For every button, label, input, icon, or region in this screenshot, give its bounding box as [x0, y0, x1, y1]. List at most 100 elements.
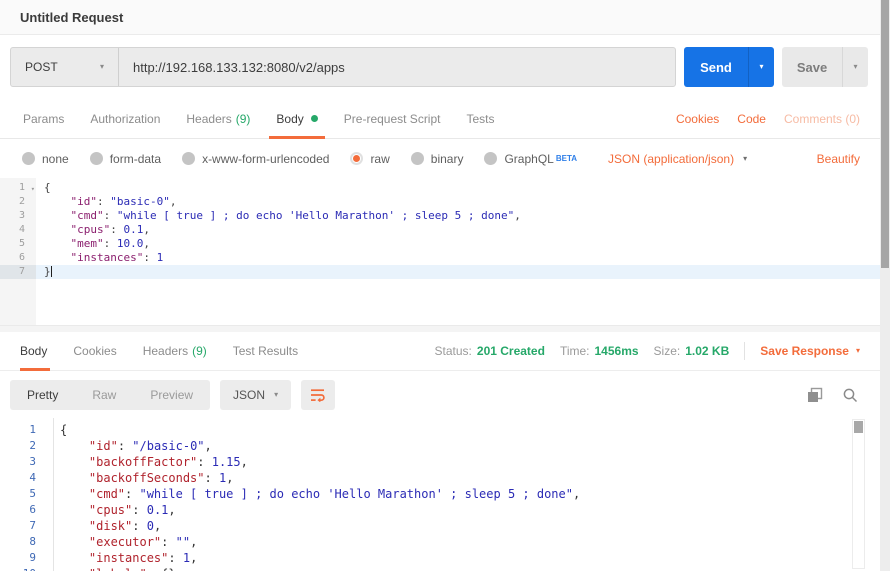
- content-type-select[interactable]: JSON (application/json) ▾: [608, 152, 747, 166]
- window-scrollbar-track[interactable]: [880, 0, 890, 571]
- body-type-binary[interactable]: binary: [411, 152, 464, 166]
- code-line[interactable]: 6 "cpus": 0.1,: [0, 502, 880, 518]
- tab-params[interactable]: Params: [10, 99, 77, 138]
- body-type-row: none form-data x-www-form-urlencoded raw…: [0, 139, 880, 178]
- request-body-editor[interactable]: 1▾{2 "id": "basic-0",3 "cmd": "while [ t…: [0, 178, 880, 325]
- line-number: 8: [0, 534, 46, 550]
- response-tab-cookies[interactable]: Cookies: [60, 332, 129, 370]
- save-button[interactable]: Save: [782, 47, 842, 87]
- body-type-graphql-label: GraphQL: [504, 152, 553, 166]
- request-tabs-row: Params Authorization Headers (9) Body Pr…: [0, 99, 880, 139]
- body-type-raw[interactable]: raw: [350, 152, 389, 166]
- code-line-text: "executor": "",: [46, 534, 880, 550]
- code-line[interactable]: 6 "instances": 1: [0, 251, 880, 265]
- response-language-select[interactable]: JSON ▾: [220, 380, 291, 410]
- code-link[interactable]: Code: [737, 112, 766, 126]
- size-pair: Size: 1.02 KB: [654, 344, 730, 358]
- line-number: 4: [0, 223, 36, 237]
- vertical-divider: [744, 342, 745, 360]
- tab-tests[interactable]: Tests: [453, 99, 507, 138]
- body-type-form-data-label: form-data: [110, 152, 161, 166]
- window-scrollbar-thumb[interactable]: [881, 0, 889, 268]
- size-value: 1.02 KB: [685, 344, 729, 358]
- headers-count-badge: (9): [236, 112, 251, 126]
- save-response-button[interactable]: Save Response ▾: [760, 344, 860, 358]
- line-number: 7: [0, 265, 36, 279]
- code-line-text: "id": "/basic-0",: [46, 438, 880, 454]
- tab-headers-label: Headers: [186, 112, 231, 126]
- code-line[interactable]: 5 "cmd": "while [ true ] ; do echo 'Hell…: [0, 486, 880, 502]
- body-type-urlencoded[interactable]: x-www-form-urlencoded: [182, 152, 329, 166]
- code-line[interactable]: 1▾{: [0, 181, 880, 195]
- radio-icon: [484, 152, 497, 165]
- code-line[interactable]: 2 "id": "/basic-0",: [0, 438, 880, 454]
- code-line[interactable]: 9 "instances": 1,: [0, 550, 880, 566]
- code-line[interactable]: 4 "backoffSeconds": 1,: [0, 470, 880, 486]
- send-button-group: Send ▾: [684, 47, 774, 87]
- request-tabs-links: Cookies Code Comments (0): [676, 112, 860, 126]
- code-line[interactable]: 5 "mem": 10.0,: [0, 237, 880, 251]
- send-button[interactable]: Send: [684, 47, 748, 87]
- word-wrap-icon: [310, 388, 326, 402]
- save-options-button[interactable]: ▾: [842, 47, 868, 87]
- tab-headers[interactable]: Headers (9): [173, 99, 263, 138]
- method-select[interactable]: POST ▾: [11, 48, 119, 86]
- response-tab-body[interactable]: Body: [20, 332, 60, 370]
- line-number: 1: [0, 422, 46, 438]
- response-status-group: Status: 201 Created Time: 1456ms Size: 1…: [435, 342, 860, 360]
- radio-icon: [22, 152, 35, 165]
- size-label: Size:: [654, 344, 681, 358]
- body-type-none-label: none: [42, 152, 69, 166]
- view-raw-button[interactable]: Raw: [75, 380, 133, 410]
- cookies-link[interactable]: Cookies: [676, 112, 719, 126]
- code-line[interactable]: 7 "disk": 0,: [0, 518, 880, 534]
- chevron-down-icon: ▾: [856, 347, 860, 355]
- save-button-group: Save ▾: [782, 47, 868, 87]
- wrap-lines-button[interactable]: [301, 380, 335, 410]
- code-line[interactable]: 7}: [0, 265, 880, 279]
- tab-params-label: Params: [23, 112, 64, 126]
- response-body-viewer[interactable]: 1{2 "id": "/basic-0",3 "backoffFactor": …: [0, 418, 880, 571]
- comments-link[interactable]: Comments (0): [784, 112, 860, 126]
- code-line[interactable]: 4 "cpus": 0.1,: [0, 223, 880, 237]
- code-line[interactable]: 3 "backoffFactor": 1.15,: [0, 454, 880, 470]
- code-line[interactable]: 1{: [0, 422, 880, 438]
- tab-body[interactable]: Body: [263, 99, 330, 138]
- response-tool-icons: [807, 387, 858, 403]
- body-type-graphql[interactable]: GraphQL BETA: [484, 152, 577, 166]
- response-tab-test-results[interactable]: Test Results: [220, 332, 311, 370]
- code-line[interactable]: 3 "cmd": "while [ true ] ; do echo 'Hell…: [0, 209, 880, 223]
- url-input[interactable]: [119, 48, 675, 86]
- code-line[interactable]: 2 "id": "basic-0",: [0, 195, 880, 209]
- code-line-text: "mem": 10.0,: [36, 237, 880, 251]
- code-line[interactable]: 10 "labels": {},: [0, 566, 880, 571]
- code-line[interactable]: 8 "executor": "",: [0, 534, 880, 550]
- line-number: 4: [0, 470, 46, 486]
- code-line-text: "instances": 1: [36, 251, 880, 265]
- body-type-form-data[interactable]: form-data: [90, 152, 161, 166]
- line-number: 3: [0, 209, 36, 223]
- beautify-link[interactable]: Beautify: [817, 152, 860, 166]
- tab-pre-request-script[interactable]: Pre-request Script: [331, 99, 454, 138]
- view-pretty-button[interactable]: Pretty: [10, 380, 75, 410]
- tab-authorization[interactable]: Authorization: [77, 99, 173, 138]
- code-line-text: "labels": {},: [46, 566, 880, 571]
- copy-response-button[interactable]: [807, 387, 823, 403]
- line-number: 1▾: [0, 181, 36, 195]
- tab-authorization-label: Authorization: [90, 112, 160, 126]
- radio-icon: [90, 152, 103, 165]
- body-type-none[interactable]: none: [22, 152, 69, 166]
- response-tab-test-results-label: Test Results: [233, 344, 298, 358]
- search-response-button[interactable]: [842, 387, 858, 403]
- response-tab-headers[interactable]: Headers (9): [130, 332, 220, 370]
- response-language-label: JSON: [233, 388, 265, 402]
- send-options-button[interactable]: ▾: [748, 47, 774, 87]
- view-preview-button[interactable]: Preview: [133, 380, 210, 410]
- fold-arrow-icon[interactable]: ▾: [31, 182, 35, 196]
- status-badge: 201 Created: [477, 344, 545, 358]
- status-label: Status:: [435, 344, 472, 358]
- time-pair: Time: 1456ms: [560, 344, 639, 358]
- method-url-group: POST ▾: [10, 47, 676, 87]
- response-tab-body-label: Body: [20, 344, 47, 358]
- line-number: 2: [0, 195, 36, 209]
